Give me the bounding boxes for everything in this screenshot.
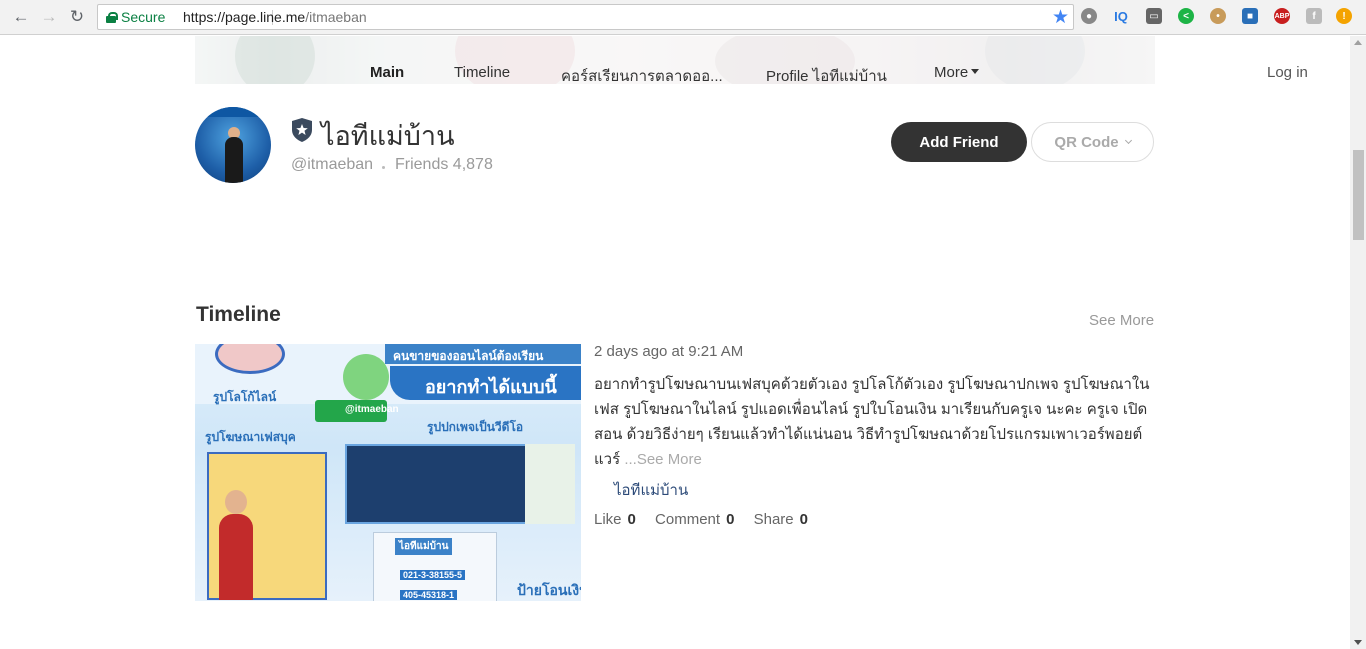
lock-icon bbox=[106, 11, 118, 23]
browser-toolbar: ← → ↻ Secure https://page.line.me/itmaeb… bbox=[0, 0, 1366, 35]
thumb-logo-label: รูปโลโก้ไลน์ bbox=[213, 390, 277, 404]
url-host: https://page.line.me bbox=[183, 9, 306, 25]
abp-icon[interactable]: ABP bbox=[1274, 8, 1290, 24]
tab-more[interactable]: More bbox=[934, 64, 980, 81]
thumb-ad-label: รูปโฆษณาเฟสบุค bbox=[205, 430, 296, 444]
share-icon[interactable]: < bbox=[1178, 8, 1194, 24]
caret-down-icon bbox=[971, 69, 980, 74]
thumb-transfer-label: ป้ายโอนเงิน bbox=[517, 582, 581, 598]
add-friend-button[interactable]: Add Friend bbox=[891, 122, 1027, 162]
like-count: 0 bbox=[627, 511, 636, 528]
qr-code-label: QR Code bbox=[1054, 133, 1119, 151]
post-timestamp[interactable]: 2 days ago at 9:21 AM bbox=[594, 343, 743, 360]
thumb-banner: อยากทำได้แบบนี้ bbox=[425, 377, 557, 397]
see-more-link[interactable]: See More bbox=[1089, 312, 1154, 329]
thumb-phone-2: 405-45318-1 bbox=[400, 590, 458, 600]
thumb-handle: @itmaeban bbox=[345, 404, 399, 415]
post-body[interactable]: อยากทำรูปโฆษณาบนเฟสบุคด้วยตัวเอง รูปโลโก… bbox=[594, 372, 1150, 472]
thumb-card-title: ไอทีแม่บ้าน bbox=[395, 538, 453, 555]
login-link[interactable]: Log in bbox=[1267, 64, 1308, 81]
see-more-post-link[interactable]: ...See More bbox=[624, 451, 702, 468]
thumb-headline: คนขายของออนไลน์ต้องเรียน bbox=[393, 349, 544, 363]
tab-main[interactable]: Main bbox=[370, 64, 404, 81]
qr-code-button[interactable]: QR Code bbox=[1031, 122, 1154, 162]
friends-count: Friends 4,878 bbox=[395, 156, 493, 173]
translate-icon[interactable]: ● bbox=[1081, 8, 1097, 24]
cookie-icon[interactable]: • bbox=[1210, 8, 1226, 24]
reload-icon[interactable]: ↻ bbox=[66, 6, 88, 28]
url-path: /itmaeban bbox=[305, 9, 367, 25]
post-image[interactable]: คนขายของออนไลน์ต้องเรียน อยากทำได้แบบนี้… bbox=[195, 344, 581, 601]
url-text[interactable]: https://page.line.me/itmaeban bbox=[183, 9, 367, 25]
timeline-heading: Timeline bbox=[196, 303, 281, 326]
secure-indicator[interactable]: Secure bbox=[106, 9, 165, 25]
share-button[interactable]: Share bbox=[754, 511, 794, 528]
scroll-up-icon[interactable] bbox=[1354, 40, 1362, 45]
thumb-phone-1: 021-3-38155-5 bbox=[400, 570, 466, 580]
forward-icon[interactable]: → bbox=[38, 6, 60, 28]
bookmark-star-icon[interactable]: ★ bbox=[1052, 6, 1069, 29]
page-content: Main Timeline คอร์สเรียนการตลาดออ... Pro… bbox=[0, 36, 1350, 649]
clipboard-icon[interactable]: ■ bbox=[1242, 8, 1258, 24]
tab-profile[interactable]: Profile ไอทีแม่บ้าน bbox=[766, 64, 887, 88]
scrollbar-thumb[interactable] bbox=[1353, 150, 1364, 240]
tab-timeline[interactable]: Timeline bbox=[454, 64, 510, 81]
tab-course[interactable]: คอร์สเรียนการตลาดออ... bbox=[561, 64, 723, 88]
separator-dot bbox=[382, 166, 385, 169]
verified-shield-icon bbox=[292, 118, 312, 142]
line-icon[interactable]: ▭ bbox=[1146, 8, 1162, 24]
like-button[interactable]: Like bbox=[594, 511, 622, 528]
account-handle: @itmaeban bbox=[291, 156, 374, 173]
share-count: 0 bbox=[799, 511, 808, 528]
address-bar[interactable]: Secure https://page.line.me/itmaeban ★ bbox=[97, 4, 1074, 30]
vertical-scrollbar[interactable] bbox=[1350, 36, 1366, 649]
thumb-cover-label: รูปปกเพจเป็นวีดีโอ bbox=[427, 420, 524, 434]
comment-count: 0 bbox=[726, 511, 735, 528]
iq-icon[interactable]: IQ bbox=[1113, 8, 1129, 24]
post-author-link[interactable]: ไอทีแม่บ้าน bbox=[614, 478, 688, 502]
tab-more-label: More bbox=[934, 64, 969, 81]
page-tabs: Main Timeline คอร์สเรียนการตลาดออ... Pro… bbox=[195, 64, 1155, 86]
chevron-down-icon bbox=[1124, 136, 1132, 144]
secure-label: Secure bbox=[121, 9, 166, 25]
comment-button[interactable]: Comment bbox=[655, 511, 720, 528]
avatar[interactable] bbox=[195, 107, 271, 183]
scroll-down-icon[interactable] bbox=[1354, 640, 1362, 645]
alert-icon[interactable]: ! bbox=[1336, 8, 1352, 24]
back-icon[interactable]: ← bbox=[10, 6, 32, 28]
facebook-icon[interactable]: f bbox=[1306, 8, 1322, 24]
post-reactions: Like 0 Comment 0 Share 0 bbox=[594, 511, 823, 528]
account-name: ไอทีแม่บ้าน bbox=[321, 121, 455, 151]
